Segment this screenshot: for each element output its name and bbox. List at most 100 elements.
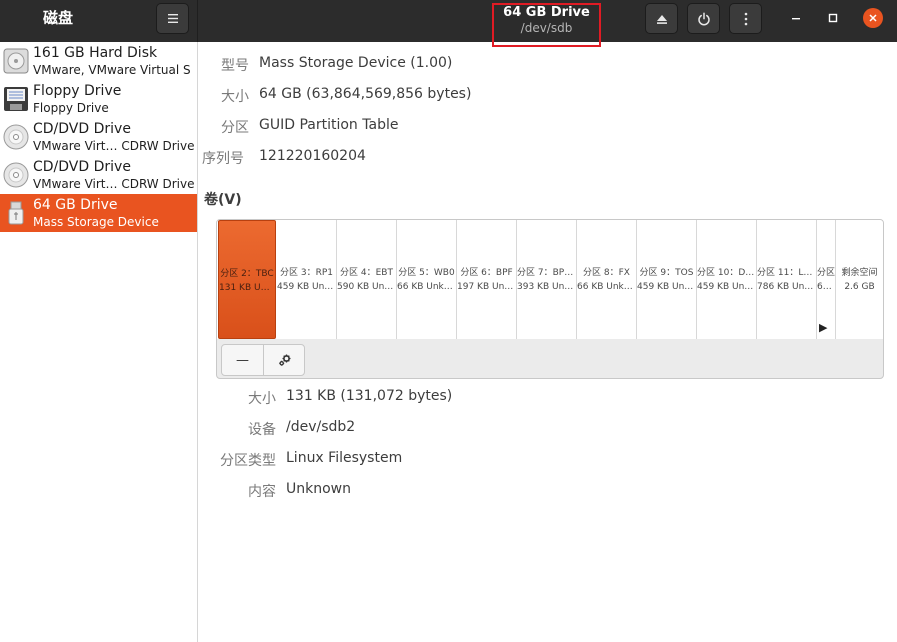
serial-value: 121220160204	[259, 148, 366, 164]
partition-size: 590 KB Unk…	[337, 282, 396, 292]
partition-name: 分区 8：FX	[583, 268, 630, 278]
partition-name: 分区 9：TOS	[639, 268, 694, 278]
size-value: 64 GB (63,864,569,856 bytes)	[259, 86, 472, 102]
volume-size-value: 131 KB (131,072 bytes)	[286, 388, 453, 404]
minimize-icon	[792, 18, 800, 20]
partition-8[interactable]: 分区 8：FX 66 KB Unkn…	[577, 220, 637, 339]
partition-2[interactable]: 分区 2：TBC 131 KB Unk…	[218, 220, 276, 339]
partition-size: 66 K	[817, 282, 835, 292]
partition-size: 131 KB Unk…	[219, 283, 275, 293]
volumes-heading: 卷(V)	[204, 192, 242, 208]
sidebar-item-subtitle: VMware Virt… CDRW Drive	[33, 177, 195, 191]
partition-9[interactable]: 分区 9：TOS 459 KB Unk…	[637, 220, 697, 339]
partition-4[interactable]: 分区 4：EBT 590 KB Unk…	[337, 220, 397, 339]
partition-11[interactable]: 分区 11：LNX 786 KB Unk…	[757, 220, 817, 339]
usb-drive-icon	[8, 201, 24, 225]
partition-10[interactable]: 分区 10：DTB 459 KB Unk…	[697, 220, 757, 339]
drive-title: 64 GB Drive /dev/sdb	[492, 3, 601, 47]
gear-icon	[278, 354, 290, 366]
sidebar-item-name: Floppy Drive	[33, 83, 122, 99]
menu-button[interactable]	[156, 3, 189, 34]
maximize-button[interactable]	[823, 8, 843, 28]
partition-options-button[interactable]	[264, 345, 305, 375]
partition-size: 197 KB Unk…	[457, 282, 516, 292]
vertical-dots-icon	[744, 12, 747, 25]
partition-size: 393 KB Unk…	[517, 282, 576, 292]
power-button[interactable]	[687, 3, 720, 34]
power-icon	[697, 11, 710, 25]
partition-name: 分区 11：LNX	[757, 268, 816, 278]
partition-name: 分区	[817, 268, 835, 278]
partitioning-label: 分区	[221, 120, 249, 136]
volumes-panel: 分区 2：TBC 131 KB Unk… 分区 3：RP1 459 KB Unk…	[216, 219, 884, 379]
size-label: 大小	[221, 89, 249, 105]
sidebar-item-usb-drive[interactable]: 64 GB Drive Mass Storage Device	[0, 194, 197, 232]
eject-button[interactable]	[645, 3, 678, 34]
volume-size-label: 大小	[248, 391, 276, 407]
sidebar-item-name: 64 GB Drive	[33, 197, 118, 213]
sidebar-item-hard-disk[interactable]: 161 GB Hard Disk VMware, VMware Virtual …	[0, 42, 197, 80]
optical-disc-icon	[3, 162, 29, 188]
partition-3[interactable]: 分区 3：RP1 459 KB Unk…	[277, 220, 337, 339]
partition-type-label: 分区类型	[220, 453, 276, 469]
partition-size: 66 KB Unkn…	[577, 282, 636, 292]
drive-details: 型号 Mass Storage Device (1.00) 大小 64 GB (…	[198, 42, 897, 642]
partition-name: 分区 5：WB0	[398, 268, 455, 278]
sidebar-item-name: 161 GB Hard Disk	[33, 45, 158, 61]
maximize-icon	[828, 13, 838, 23]
eject-icon	[656, 14, 667, 24]
sidebar-item-subtitle: Mass Storage Device	[33, 215, 159, 229]
optical-disc-icon	[3, 124, 29, 150]
partition-size: 459 KB Unk…	[697, 282, 756, 292]
partition-name: 剩余空间	[841, 268, 878, 278]
close-icon	[869, 14, 877, 22]
partition-size: 459 KB Unk…	[277, 282, 336, 292]
sidebar-item-subtitle: VMware, VMware Virtual S	[33, 63, 191, 77]
partition-7[interactable]: 分区 7：BPF… 393 KB Unk…	[517, 220, 577, 339]
scroll-right-arrow-icon[interactable]: ▶	[819, 321, 827, 334]
delete-partition-button[interactable]: —	[222, 345, 264, 375]
partition-size: 66 KB Unkn…	[397, 282, 456, 292]
partition-type-value: Linux Filesystem	[286, 450, 403, 466]
partition-name: 分区 10：DTB	[697, 268, 756, 278]
model-value: Mass Storage Device (1.00)	[259, 55, 453, 71]
model-label: 型号	[221, 58, 249, 74]
app-title: 磁盘	[42, 9, 73, 27]
sidebar-item-cdrom-2[interactable]: CD/DVD Drive VMware Virt… CDRW Drive	[0, 156, 197, 194]
drive-list-sidebar: 161 GB Hard Disk VMware, VMware Virtual …	[0, 42, 198, 642]
sidebar-item-name: CD/DVD Drive	[33, 121, 131, 137]
hard-disk-icon	[3, 48, 29, 74]
hamburger-icon	[167, 14, 178, 23]
sidebar-item-subtitle: Floppy Drive	[33, 101, 109, 115]
partition-size: 2.6 GB	[844, 282, 875, 292]
partition-name: 分区 7：BPF…	[517, 268, 576, 278]
sidebar-item-subtitle: VMware Virt… CDRW Drive	[33, 139, 195, 153]
device-label: 设备	[248, 422, 276, 438]
sidebar-item-floppy[interactable]: Floppy Drive Floppy Drive	[0, 80, 197, 118]
partition-name: 分区 4：EBT	[340, 268, 393, 278]
sidebar-item-cdrom-1[interactable]: CD/DVD Drive VMware Virt… CDRW Drive	[0, 118, 197, 156]
contents-label: 内容	[248, 484, 276, 500]
partitioning-value: GUID Partition Table	[259, 117, 399, 133]
partition-name: 分区 2：TBC	[220, 269, 274, 279]
floppy-icon	[4, 87, 28, 111]
partition-name: 分区 3：RP1	[280, 268, 333, 278]
partition-map: 分区 2：TBC 131 KB Unk… 分区 3：RP1 459 KB Unk…	[217, 220, 883, 339]
more-options-button[interactable]	[729, 3, 762, 34]
partition-size: 786 KB Unk…	[757, 282, 816, 292]
partition-name: 分区 6：BPF	[460, 268, 513, 278]
free-space[interactable]: 剩余空间 2.6 GB	[836, 220, 883, 339]
close-button[interactable]	[863, 8, 883, 28]
partition-6[interactable]: 分区 6：BPF 197 KB Unk…	[457, 220, 517, 339]
contents-value: Unknown	[286, 481, 351, 497]
partition-size: 459 KB Unk…	[637, 282, 696, 292]
sidebar-item-name: CD/DVD Drive	[33, 159, 131, 175]
drive-title-name: 64 GB Drive	[503, 5, 590, 20]
partition-5[interactable]: 分区 5：WB0 66 KB Unkn…	[397, 220, 457, 339]
volume-toolbar: —	[221, 344, 305, 376]
device-value: /dev/sdb2	[286, 419, 356, 435]
minimize-button[interactable]	[786, 8, 806, 28]
drive-title-path: /dev/sdb	[520, 21, 573, 35]
minus-icon: —	[236, 352, 249, 368]
header-bar: 磁盘 64 GB Drive /dev/sdb	[0, 0, 897, 47]
